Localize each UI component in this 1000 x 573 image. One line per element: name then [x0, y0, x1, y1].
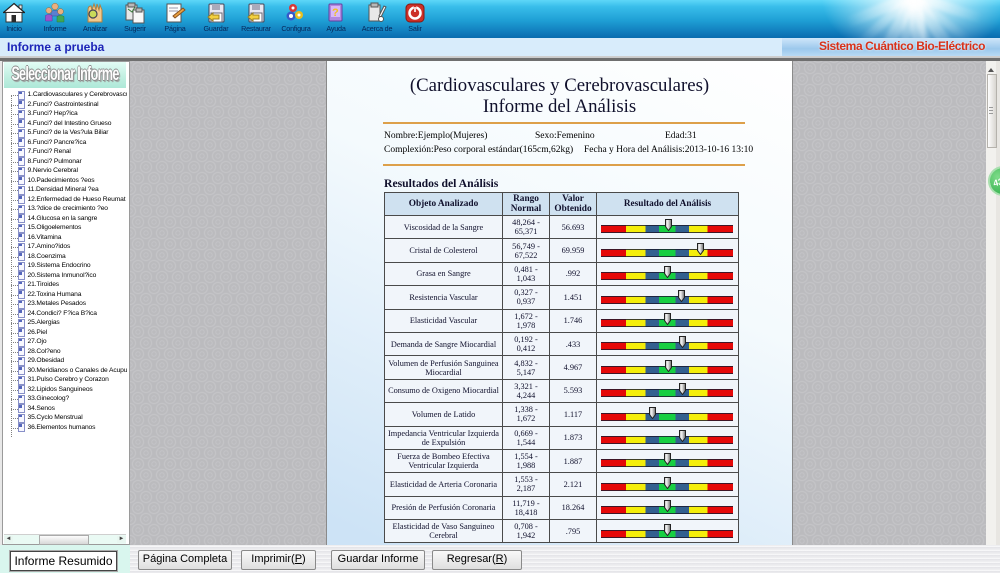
svg-text:?: ? — [332, 7, 339, 19]
